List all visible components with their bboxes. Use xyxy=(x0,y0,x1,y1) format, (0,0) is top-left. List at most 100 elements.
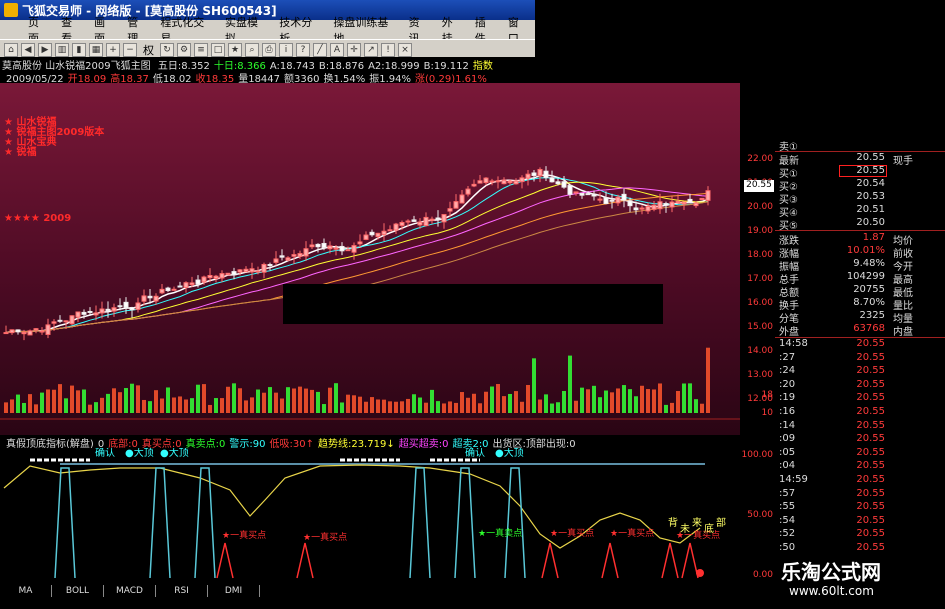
candle-body xyxy=(411,219,417,222)
candle-body xyxy=(243,268,249,273)
strip1-item-2: A:18.743 xyxy=(269,61,315,70)
volume-bar xyxy=(130,383,134,413)
candle-body xyxy=(111,307,117,312)
volume-bar xyxy=(580,387,584,413)
close-icon[interactable]: × xyxy=(398,42,412,57)
home-icon[interactable]: ⌂ xyxy=(4,42,18,57)
star-icon[interactable]: ★ xyxy=(228,42,242,57)
indicator-chart[interactable]: 确认 ●大顶 ●大顶 确认 ●大顶 ★一真买点 ★一真买点 ★一真卖点 ★一真买点 ★一真买点 ★一… xyxy=(0,446,740,580)
quote-buy-5: 买⑤ 20.50 xyxy=(775,217,945,232)
strip2-item-6: 额3360 xyxy=(284,74,320,83)
candle-body xyxy=(237,269,243,273)
quote-tick-0-label: 14:58 xyxy=(779,338,808,349)
back-icon[interactable]: ◀ xyxy=(21,42,35,57)
kline-svg[interactable] xyxy=(0,83,740,435)
quote-buy-4-value: 20.51 xyxy=(856,204,885,215)
volume-bar xyxy=(142,399,146,413)
volume-bar xyxy=(616,388,620,413)
watermark-url: www.60lt.com xyxy=(789,584,874,598)
text-tool-icon[interactable]: A xyxy=(330,42,344,57)
quote-tick-14: :52 20.55 xyxy=(775,528,945,540)
volume-bar xyxy=(598,397,602,413)
quan-button[interactable]: 权 xyxy=(140,42,157,58)
info-icon[interactable]: i xyxy=(279,42,293,57)
indicator-header-item-9: 超卖2:0 xyxy=(452,439,489,448)
candle-body xyxy=(369,231,375,236)
quote-stat-5: 换手 8.70% 量比 xyxy=(775,297,945,312)
quote-tick-8-label: :05 xyxy=(779,446,796,458)
cross-icon[interactable]: ✛ xyxy=(347,42,361,57)
price-tick: 17.00 xyxy=(747,274,773,284)
strip2-item-1: 开18.09 xyxy=(67,74,107,83)
chart-icon[interactable]: ▥ xyxy=(55,42,69,57)
quote-tick-2-value: 20.55 xyxy=(856,365,885,377)
list-icon[interactable]: ≡ xyxy=(194,42,208,57)
strip2-item-3: 低18.02 xyxy=(152,74,192,83)
candle-body xyxy=(273,258,279,263)
quote-tick-8: :05 20.55 xyxy=(775,447,945,459)
candle-body xyxy=(477,180,483,184)
quote-tick-4: :19 20.55 xyxy=(775,392,945,404)
tab-rsi[interactable]: RSI xyxy=(156,585,208,597)
indicator-header-item-8: 超买超卖:0 xyxy=(398,439,449,448)
gear-icon[interactable]: ⚙ xyxy=(177,42,191,57)
volume-bar xyxy=(514,391,518,413)
confirm-label: 确认 xyxy=(465,448,485,459)
signal-spike xyxy=(454,467,476,579)
volume-bar xyxy=(172,397,176,413)
quote-tick-11: :57 20.55 xyxy=(775,488,945,500)
candle-body xyxy=(165,287,171,292)
main-kline-chart[interactable]: ★ 山水锐福 ★ 锐福主图2009版本 ★ 山水宝典 ★ 锐福 ★★★★ 2009 xyxy=(0,83,740,435)
candle-body xyxy=(129,307,135,311)
price-tick: 19.00 xyxy=(747,226,773,236)
tab-boll[interactable]: BOLL xyxy=(52,585,104,597)
help-icon[interactable]: ? xyxy=(296,42,310,57)
candle-body xyxy=(417,221,423,226)
current-price-tag: 20.55 xyxy=(744,180,774,192)
candle-body xyxy=(153,295,159,302)
tab-macd[interactable]: MACD xyxy=(104,585,156,597)
candle-body xyxy=(591,193,597,197)
candle-body xyxy=(399,222,405,226)
quote-stat-4: 总额 20755 最低 xyxy=(775,284,945,299)
tab-ma[interactable]: MA xyxy=(0,585,52,597)
window-icon[interactable]: □ xyxy=(211,42,225,57)
kline-icon[interactable]: ▮ xyxy=(72,42,86,57)
arrow-icon[interactable]: ↗ xyxy=(364,42,378,57)
candle-body xyxy=(9,329,15,334)
volume-bar xyxy=(346,394,350,413)
candle-body xyxy=(105,308,111,312)
refresh-icon[interactable]: ↻ xyxy=(160,42,174,57)
volume-bar xyxy=(190,398,194,413)
volume-bar xyxy=(106,393,110,413)
forward-icon[interactable]: ▶ xyxy=(38,42,52,57)
volume-bar xyxy=(442,403,446,413)
stock-info-strip: 莫高股份 山水锐福2009飞狐主图 五日:8.352 十日:8.366 A:18.7… xyxy=(0,57,535,70)
volume-bar xyxy=(118,392,122,413)
search-icon[interactable]: ⌕ xyxy=(245,42,259,57)
print-icon[interactable]: ⎙ xyxy=(262,42,276,57)
indicator-svg[interactable]: 确认 ●大顶 ●大顶 确认 ●大顶★一真买点 ★一真买点 ★一真卖点 ★一真买点 ★一真买点 ★一… xyxy=(0,446,740,580)
grid-icon[interactable]: ▦ xyxy=(89,42,103,57)
quote-tick-10-value: 20.55 xyxy=(856,474,885,485)
quote-tick-10-label: 14:59 xyxy=(779,474,808,485)
indicator-header-item-0: 真假顶底指标(解盘) xyxy=(6,439,94,448)
strip1-item-5: B:19.112 xyxy=(423,61,469,70)
quote-stat-7-label: 外盘 xyxy=(779,327,799,338)
strip2-item-0: 2009/05/22 xyxy=(6,74,64,83)
indicator-tabs: MA BOLL MACD RSI DMI xyxy=(0,585,740,597)
candle-body xyxy=(339,245,345,252)
alert-icon[interactable]: ! xyxy=(381,42,395,57)
quote-tick-3: :20 20.55 xyxy=(775,379,945,391)
candle-body xyxy=(123,301,129,308)
indicator-tick: 100.00 xyxy=(741,450,774,460)
confirm-label: ●大顶 xyxy=(495,448,524,459)
line-tool-icon[interactable]: ╱ xyxy=(313,42,327,57)
tab-dmi[interactable]: DMI xyxy=(208,585,260,597)
buy1-highlight xyxy=(839,165,887,177)
volume-bar xyxy=(154,390,158,413)
candle-body xyxy=(561,181,567,188)
zoom-out-icon[interactable]: − xyxy=(123,42,137,57)
volume-bar xyxy=(52,389,56,413)
zoom-in-icon[interactable]: + xyxy=(106,42,120,57)
